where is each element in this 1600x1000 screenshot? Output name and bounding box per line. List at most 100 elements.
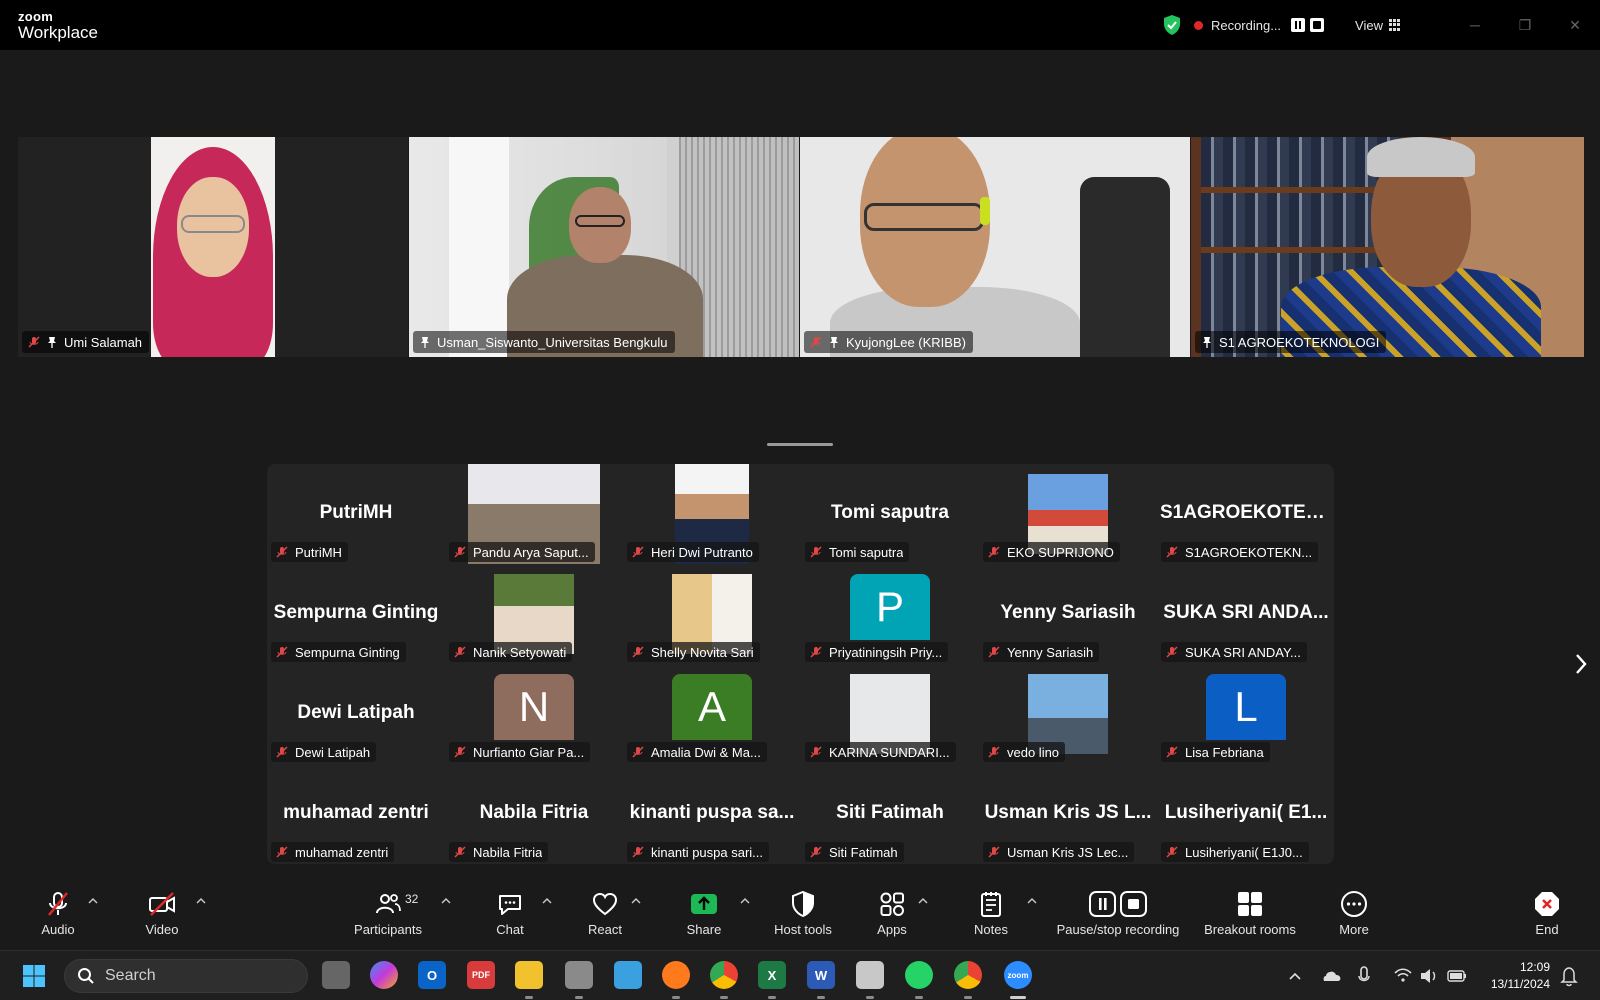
gallery-participant-tile[interactable]: Nabila Fitria Nabila Fitria [445, 764, 623, 864]
gallery-participant-tile[interactable]: kinanti puspa sa... kinanti puspa sari... [623, 764, 801, 864]
gallery-participant-tile[interactable]: N Nurfianto Giar Pa... [445, 664, 623, 764]
gallery-participant-tile[interactable]: Dewi Latipah Dewi Latipah [267, 664, 445, 764]
pdf-reader-icon[interactable]: PDF [467, 961, 495, 989]
onedrive-icon[interactable] [1320, 961, 1342, 991]
zoom-app-icon[interactable]: zoom [1004, 961, 1032, 989]
chevron-up-icon[interactable] [441, 898, 451, 904]
gallery-participant-tile[interactable]: SUKA SRI ANDA... SUKA SRI ANDAY... [1157, 564, 1334, 664]
chevron-up-icon[interactable] [631, 898, 641, 904]
mic-muted-icon [48, 892, 68, 916]
chevron-up-icon[interactable] [542, 898, 552, 904]
participant-display-name: Sempurna Ginting [273, 602, 439, 623]
minimize-icon[interactable]: ─ [1450, 12, 1500, 38]
running-indicator [672, 996, 680, 999]
chevron-up-icon[interactable] [88, 898, 98, 904]
video-tile-active-speaker[interactable]: S1 AGROEKOTEKNOLOGI [1191, 137, 1584, 357]
gallery-participant-tile[interactable]: Siti Fatimah Siti Fatimah [801, 764, 979, 864]
chevron-up-icon[interactable] [196, 898, 206, 904]
title-bar-controls: Recording... View ─ ❐ ✕ [1162, 12, 1600, 38]
more-button[interactable]: More [1334, 890, 1374, 942]
apps-button[interactable]: Apps [872, 890, 912, 942]
gallery-participant-tile[interactable]: PutriMH PutriMH [267, 464, 445, 564]
copilot-icon[interactable] [370, 961, 398, 989]
participant-name-tag: vedo lino [983, 742, 1066, 762]
view-grid-icon[interactable] [1389, 18, 1402, 32]
gallery-participant-tile[interactable]: L Lisa Febriana [1157, 664, 1334, 764]
brand-bottom: Workplace [18, 23, 98, 42]
share-button[interactable]: Share [683, 890, 725, 942]
gallery-participant-tile[interactable]: Sempurna Ginting Sempurna Ginting [267, 564, 445, 664]
system-clock[interactable]: 12:09 13/11/2024 [1491, 959, 1550, 993]
chevron-up-icon[interactable] [1287, 961, 1303, 991]
gallery-participant-tile[interactable]: A Amalia Dwi & Ma... [623, 664, 801, 764]
host-tools-button[interactable]: Host tools [768, 890, 838, 942]
next-page-icon[interactable] [1572, 652, 1590, 676]
gallery-participant-tile[interactable]: Nanik Setyowati [445, 564, 623, 664]
notification-bell-icon[interactable] [1560, 961, 1578, 991]
running-indicator [915, 996, 923, 999]
battery-icon[interactable] [1446, 961, 1468, 991]
chevron-up-icon[interactable] [740, 898, 750, 904]
volume-icon[interactable] [1419, 961, 1439, 991]
gallery-participant-tile[interactable]: muhamad zentri muhamad zentri [267, 764, 445, 864]
mic-muted-icon [1166, 846, 1178, 858]
participant-name-tag: Lisa Febriana [1161, 742, 1270, 762]
chrome-profile-icon[interactable] [954, 961, 982, 989]
gallery-participant-tile[interactable]: vedo lino [979, 664, 1157, 764]
gallery-participant-tile[interactable]: Tomi saputra Tomi saputra [801, 464, 979, 564]
restore-icon[interactable]: ❐ [1500, 12, 1550, 38]
react-button[interactable]: React [584, 890, 626, 942]
gallery-participant-tile[interactable]: KARINA SUNDARI... [801, 664, 979, 764]
firefox-icon[interactable] [662, 961, 690, 989]
microphone-icon[interactable] [1357, 961, 1371, 991]
gallery-participant-tile[interactable]: EKO SUPRIJONO [979, 464, 1157, 564]
mic-muted-icon [276, 746, 288, 758]
video-tile[interactable]: Umi Salamah [18, 137, 408, 357]
stop-recording-icon[interactable] [1310, 18, 1325, 32]
video-button[interactable]: Video [141, 890, 183, 942]
close-icon[interactable]: ✕ [1550, 12, 1600, 38]
whatsapp-icon[interactable] [905, 961, 933, 989]
share-label: Share [686, 922, 722, 937]
notes-button[interactable]: Notes [970, 890, 1012, 942]
participant-display-name: Nabila Fitria [479, 802, 589, 823]
printer-icon[interactable] [565, 961, 593, 989]
mic-muted-icon [810, 646, 822, 658]
end-meeting-button[interactable]: End [1527, 890, 1567, 942]
video-tile[interactable]: KyujongLee (KRIBB) [800, 137, 1190, 357]
gallery-participant-tile[interactable]: Yenny Sariasih Yenny Sariasih [979, 564, 1157, 664]
participant-avatar: L [1206, 674, 1286, 740]
gallery-participant-tile[interactable]: Pandu Arya Saput... [445, 464, 623, 564]
pause-stop-recording-button[interactable]: Pause/stop recording [1053, 890, 1183, 942]
excel-icon[interactable]: X [758, 961, 786, 989]
task-view-icon[interactable] [322, 961, 350, 989]
chrome-icon[interactable] [710, 961, 738, 989]
audio-button[interactable]: Audio [37, 890, 79, 942]
gallery-participant-tile[interactable]: Shelly Novita Sari [623, 564, 801, 664]
wifi-icon[interactable] [1393, 961, 1413, 991]
outlook-icon[interactable]: O [418, 961, 446, 989]
file-explorer-icon[interactable] [515, 961, 543, 989]
chevron-up-icon[interactable] [918, 898, 928, 904]
chat-button[interactable]: Chat [490, 890, 530, 942]
gallery-participant-tile[interactable]: Lusiheriyani( E1... Lusiheriyani( E1J0... [1157, 764, 1334, 864]
chevron-up-icon[interactable] [1027, 898, 1037, 904]
gallery-participant-tile[interactable]: S1AGROEKOTEK... S1AGROEKOTEKN... [1157, 464, 1334, 564]
notepad-icon[interactable] [614, 961, 642, 989]
taskbar-search-box[interactable]: Search [64, 959, 308, 993]
zoom-window: zoom Workplace Recording... View ─ ❐ ✕ U… [0, 0, 1600, 1000]
resize-handle[interactable] [767, 443, 833, 446]
windows-start-icon[interactable] [22, 964, 46, 988]
mic-muted-icon [454, 846, 466, 858]
participant-name: Nurfianto Giar Pa... [473, 744, 585, 760]
snipping-tool-icon[interactable] [856, 961, 884, 989]
gallery-participant-tile[interactable]: Heri Dwi Putranto [623, 464, 801, 564]
gallery-participant-tile[interactable]: P Priyatiningsih Priy... [801, 564, 979, 664]
gallery-participant-tile[interactable]: Usman Kris JS L... Usman Kris JS Lec... [979, 764, 1157, 864]
breakout-rooms-button[interactable]: Breakout rooms [1199, 890, 1301, 942]
security-shield-icon[interactable] [1162, 14, 1182, 36]
video-tile[interactable]: Usman_Siswanto_Universitas Bengkulu [409, 137, 799, 357]
pause-recording-icon[interactable] [1291, 18, 1306, 32]
word-icon[interactable]: W [807, 961, 835, 989]
view-button[interactable]: View [1355, 18, 1383, 33]
